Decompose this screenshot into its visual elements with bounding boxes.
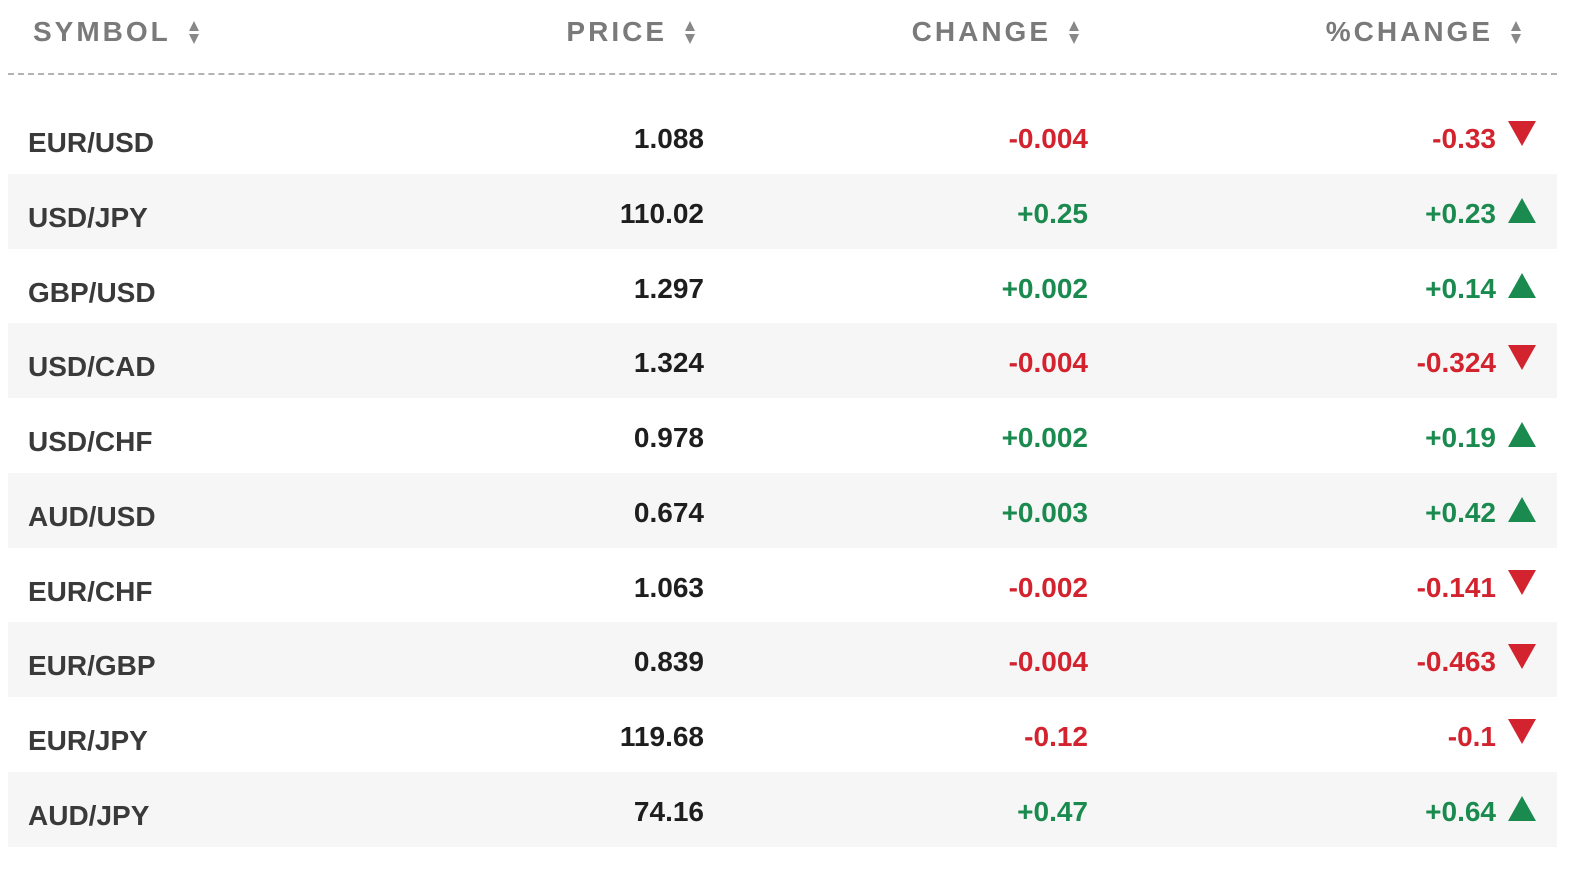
pct-change-cell: -0.324 xyxy=(1416,347,1496,379)
table-row[interactable]: EUR/JPY 119.68 -0.12 -0.1 xyxy=(8,697,1557,772)
symbol-link[interactable]: EUR/GBP xyxy=(28,650,156,682)
price-cell: 119.68 xyxy=(619,721,704,752)
pct-change-cell: +0.19 xyxy=(1425,422,1496,453)
symbol-link[interactable]: AUD/JPY xyxy=(28,800,149,832)
pct-change-cell: +0.23 xyxy=(1425,197,1496,229)
table-row[interactable]: EUR/USD 1.088 -0.004 -0.33 xyxy=(8,99,1557,174)
column-header-label: CHANGE xyxy=(911,16,1051,47)
change-cell: +0.47 xyxy=(1017,795,1088,827)
price-cell: 74.16 xyxy=(633,795,704,827)
arrow-up-icon xyxy=(1508,422,1536,447)
column-header-label: %CHANGE xyxy=(1325,16,1493,47)
column-header-price[interactable]: PRICE xyxy=(566,14,695,50)
price-cell: 1.063 xyxy=(633,571,704,603)
sort-icon[interactable] xyxy=(1511,20,1521,44)
change-cell: -0.004 xyxy=(1008,646,1088,678)
column-header-pct-change[interactable]: %CHANGE xyxy=(1326,14,1521,50)
arrow-down-icon xyxy=(1508,719,1536,744)
column-header-label: SYMBOL xyxy=(33,16,171,47)
symbol-link[interactable]: EUR/JPY xyxy=(28,725,148,757)
price-cell: 110.02 xyxy=(619,197,704,229)
table-row[interactable]: AUD/USD 0.674 +0.003 +0.42 xyxy=(8,472,1557,548)
arrow-down-icon xyxy=(1508,644,1536,670)
price-cell: 0.839 xyxy=(633,646,704,678)
pct-change-cell: -0.463 xyxy=(1416,646,1496,678)
change-cell: +0.25 xyxy=(1017,197,1088,229)
arrow-down-icon xyxy=(1508,121,1536,146)
price-cell: 0.978 xyxy=(633,422,704,453)
arrow-up-icon xyxy=(1508,197,1536,223)
symbol-link[interactable]: EUR/USD xyxy=(28,127,154,159)
symbol-link[interactable]: USD/CHF xyxy=(28,426,152,458)
arrow-down-icon xyxy=(1508,345,1536,371)
pct-change-cell: -0.141 xyxy=(1416,571,1496,603)
change-cell: +0.002 xyxy=(1001,272,1088,304)
change-cell: -0.002 xyxy=(1008,571,1088,603)
column-header-symbol[interactable]: SYMBOL xyxy=(33,14,199,50)
sort-icon[interactable] xyxy=(685,20,695,44)
sort-icon[interactable] xyxy=(1069,20,1079,44)
pct-change-cell: +0.42 xyxy=(1425,496,1496,528)
table-row[interactable]: USD/CAD 1.324 -0.004 -0.324 xyxy=(8,323,1557,398)
table-row[interactable]: USD/CHF 0.978 +0.002 +0.19 xyxy=(8,398,1557,473)
arrow-up-icon xyxy=(1508,272,1536,298)
symbol-link[interactable]: GBP/USD xyxy=(28,277,156,309)
change-cell: -0.004 xyxy=(1008,347,1088,379)
symbol-link[interactable]: EUR/CHF xyxy=(28,576,152,608)
table-row[interactable]: EUR/CHF 1.063 -0.002 -0.141 xyxy=(8,548,1557,623)
table-row[interactable]: EUR/GBP 0.839 -0.004 -0.463 xyxy=(8,622,1557,697)
price-cell: 1.088 xyxy=(633,123,704,154)
column-header-label: PRICE xyxy=(566,16,667,47)
sort-icon[interactable] xyxy=(188,20,199,44)
symbol-link[interactable]: USD/CAD xyxy=(28,351,156,383)
pct-change-cell: +0.64 xyxy=(1425,795,1496,827)
change-cell: -0.004 xyxy=(1008,123,1088,154)
table-row[interactable]: GBP/USD 1.297 +0.002 +0.14 xyxy=(8,249,1557,324)
symbol-link[interactable]: AUD/USD xyxy=(28,501,156,533)
arrow-down-icon xyxy=(1508,569,1536,595)
price-cell: 1.297 xyxy=(633,272,704,304)
pct-change-cell: -0.1 xyxy=(1447,721,1496,752)
symbol-link[interactable]: USD/JPY xyxy=(28,202,148,234)
pct-change-cell: +0.14 xyxy=(1425,272,1496,304)
quotes-table: SYMBOL PRICE CHANGE %CHANGE EUR/USD 1.088… xyxy=(8,0,1557,847)
table-row[interactable]: USD/JPY 110.02 +0.25 +0.23 xyxy=(8,173,1557,249)
arrow-up-icon xyxy=(1508,795,1536,821)
table-body: EUR/USD 1.088 -0.004 -0.33 USD/JPY 110.02 +0.2… xyxy=(8,99,1557,847)
change-cell: +0.003 xyxy=(1001,496,1088,528)
price-cell: 0.674 xyxy=(633,496,704,528)
change-cell: +0.002 xyxy=(1001,422,1088,453)
column-header-change[interactable]: CHANGE xyxy=(912,14,1079,50)
change-cell: -0.12 xyxy=(1024,721,1088,752)
table-header: SYMBOL PRICE CHANGE %CHANGE xyxy=(8,0,1557,75)
pct-change-cell: -0.33 xyxy=(1432,123,1496,154)
price-cell: 1.324 xyxy=(633,347,704,379)
table-row[interactable]: AUD/JPY 74.16 +0.47 +0.64 xyxy=(8,771,1557,847)
arrow-up-icon xyxy=(1508,496,1536,522)
